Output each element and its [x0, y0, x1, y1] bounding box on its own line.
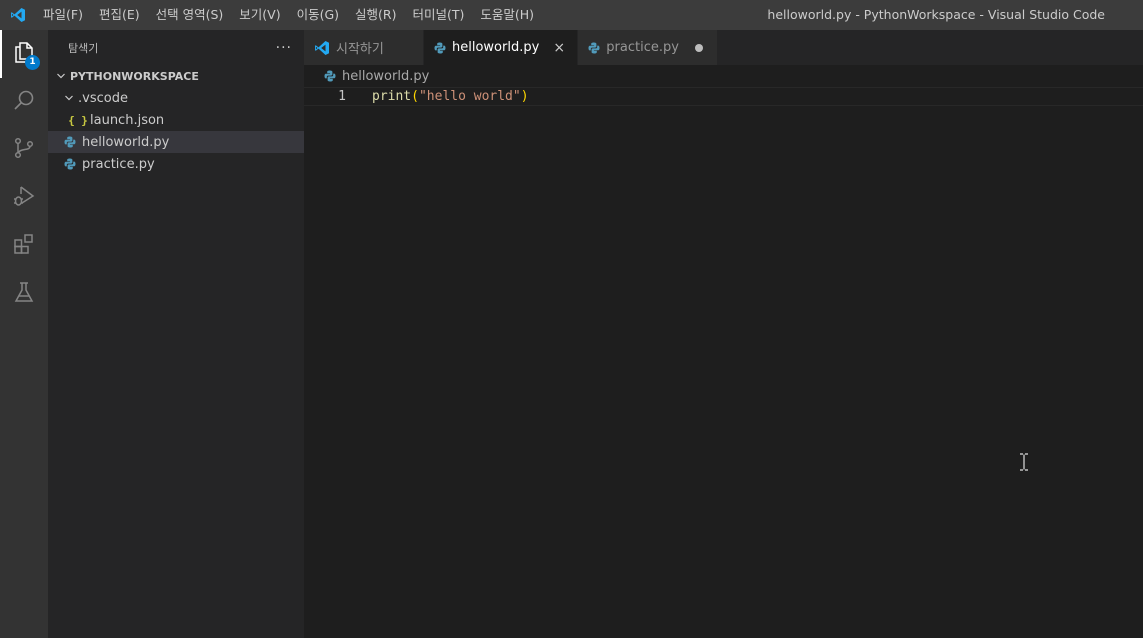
tab-helloworld-py[interactable]: helloworld.py × [424, 30, 579, 65]
menu-edit[interactable]: 편집(E) [91, 0, 148, 30]
code-text[interactable]: print("hello world") [372, 89, 529, 104]
source-control-button[interactable] [0, 126, 48, 174]
tab-welcome[interactable]: 시작하기 [304, 30, 424, 65]
tab-practice-py[interactable]: practice.py [578, 30, 718, 65]
more-actions-button[interactable]: ··· [276, 40, 292, 56]
tab-bar: 시작하기 helloworld.py × practice.py [304, 30, 1143, 65]
tree-item-label: .vscode [78, 90, 128, 106]
run-debug-button[interactable] [0, 174, 48, 222]
tree-item-label: practice.py [82, 156, 155, 172]
python-icon [434, 42, 446, 54]
sidebar-header: 탐색기 ··· [48, 30, 304, 65]
tree-item-helloworld-py[interactable]: helloworld.py [48, 131, 304, 153]
tab-label: practice.py [606, 40, 679, 55]
python-file-icon [62, 134, 78, 150]
sidebar-title: 탐색기 [68, 41, 99, 55]
chevron-down-icon [54, 71, 68, 81]
menu-help[interactable]: 도움말(H) [472, 0, 542, 30]
json-file-icon: { } [68, 113, 88, 127]
search-icon [12, 88, 36, 116]
breadcrumb-file: helloworld.py [342, 68, 430, 84]
vscode-logo-icon [314, 40, 330, 56]
python-icon [324, 70, 336, 82]
explorer-sidebar: 탐색기 ··· PYTHONWORKSPACE .vscode { } laun… [48, 30, 304, 638]
activity-bar: 1 [0, 30, 48, 638]
tree-item-label: launch.json [90, 112, 165, 128]
chevron-down-icon [62, 93, 76, 103]
breadcrumb[interactable]: helloworld.py [304, 65, 1143, 87]
unsaved-dot-icon[interactable] [691, 43, 707, 52]
search-button[interactable] [0, 78, 48, 126]
menu-go[interactable]: 이동(G) [289, 0, 347, 30]
workspace-name: PYTHONWORKSPACE [70, 69, 199, 83]
vscode-logo-icon [0, 0, 35, 30]
close-icon[interactable]: × [551, 40, 567, 56]
menu-bar: 파일(F) 편집(E) 선택 영역(S) 보기(V) 이동(G) 실행(R) 터… [35, 0, 542, 30]
title-bar: 파일(F) 편집(E) 선택 영역(S) 보기(V) 이동(G) 실행(R) 터… [0, 0, 1143, 30]
extensions-button[interactable] [0, 222, 48, 270]
token-paren-close: ) [520, 89, 529, 104]
python-icon [588, 42, 600, 54]
testing-button[interactable] [0, 270, 48, 318]
python-file-icon [62, 156, 78, 172]
menu-view[interactable]: 보기(V) [231, 0, 288, 30]
workspace-section-header[interactable]: PYTHONWORKSPACE [48, 65, 304, 87]
run-debug-icon [12, 184, 36, 212]
explorer-button[interactable]: 1 [0, 30, 48, 78]
tree-item-vscode-folder[interactable]: .vscode [48, 87, 304, 109]
token-string: "hello world" [418, 89, 521, 104]
tab-label: 시작하기 [336, 42, 384, 57]
explorer-badge: 1 [25, 55, 40, 70]
window-title: helloworld.py - PythonWorkspace - Visual… [767, 7, 1105, 22]
token-paren-open: ( [411, 89, 419, 104]
tree-item-label: helloworld.py [82, 134, 170, 150]
text-cursor-icon [1019, 453, 1029, 471]
menu-terminal[interactable]: 터미널(T) [405, 0, 473, 30]
tab-label: helloworld.py [452, 40, 540, 55]
menu-run[interactable]: 실행(R) [347, 0, 404, 30]
menu-file[interactable]: 파일(F) [35, 0, 91, 30]
line-number: 1 [338, 89, 346, 104]
menu-selection[interactable]: 선택 영역(S) [148, 0, 232, 30]
editor-area: 시작하기 helloworld.py × practice.py hellowo… [304, 30, 1143, 638]
tree-item-practice-py[interactable]: practice.py [48, 153, 304, 175]
extensions-icon [12, 232, 36, 260]
source-control-icon [12, 136, 36, 164]
code-line[interactable]: 1 print("hello world") [304, 87, 1143, 106]
tree-item-launch-json[interactable]: { } launch.json [48, 109, 304, 131]
token-function: print [372, 89, 412, 104]
testing-flask-icon [12, 280, 36, 308]
